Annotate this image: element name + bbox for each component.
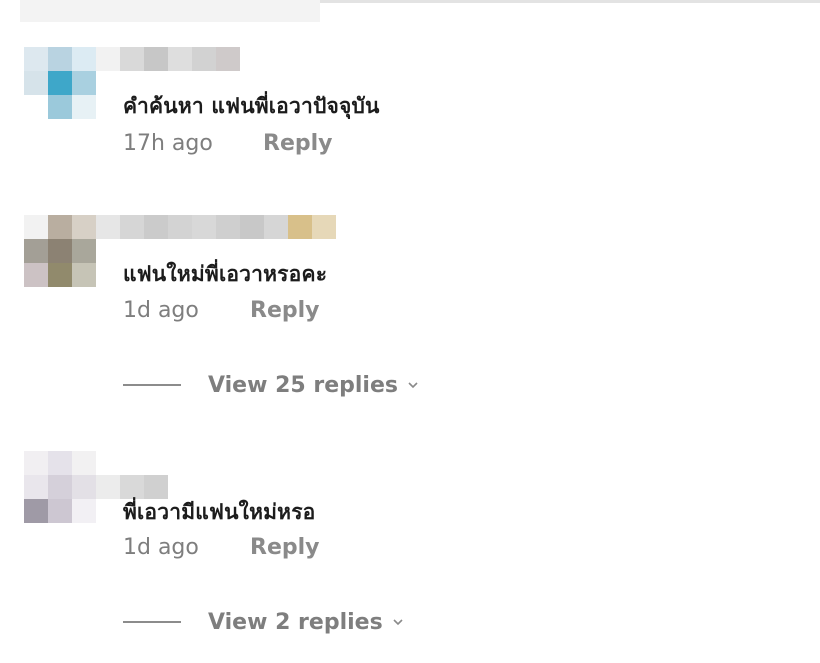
avatar-pixel [96,475,120,499]
avatar-pixel [24,71,48,95]
avatar-pixel [264,215,288,239]
avatar-pixel [48,499,72,523]
avatar-pixel [48,451,72,475]
divider [123,621,181,623]
avatar-pixel [48,47,72,71]
chevron-down-icon [393,619,403,626]
avatar-pixel [72,451,96,475]
avatar-pixel [48,71,72,95]
avatar-pixel [48,95,72,119]
avatar-pixel [96,215,120,239]
avatar-pixel [240,215,264,239]
comment-text: แฟนใหม่พี่เอวาหรอคะ [123,262,328,286]
reply-button[interactable]: Reply [250,298,320,323]
avatar-pixel [312,215,336,239]
view-replies-label: View 25 replies [208,372,398,398]
avatar-pixel [24,239,48,263]
avatar-pixel [24,451,48,475]
avatar-pixel [48,475,72,499]
divider [123,384,181,386]
comment-time: 17h ago [123,131,213,156]
view-replies-label: View 2 replies [208,609,383,635]
comment-meta: 17h ago Reply [123,131,333,156]
avatar-pixel [48,239,72,263]
avatar-pixel [216,215,240,239]
avatar-pixel [24,95,48,119]
comment-time: 1d ago [123,535,199,560]
divider [320,0,820,3]
avatar-pixel [72,475,96,499]
reply-button[interactable]: Reply [250,535,320,560]
comment-text: คำค้นหา แฟนพี่เอวาปัจจุบัน [123,94,380,118]
comment-text: พี่เอวามีแฟนใหม่หรอ [123,500,316,524]
chevron-down-icon [408,382,418,389]
avatar-pixel [192,47,216,71]
avatar-pixel [120,451,144,475]
avatar-pixel [144,451,168,475]
avatar-pixel [192,215,216,239]
avatar-pixel [168,47,192,71]
avatar-pixel [72,263,96,287]
avatar-pixel [288,215,312,239]
avatar-pixel [72,95,96,119]
avatar-pixel [120,215,144,239]
avatar-pixel [24,47,48,71]
avatar-pixel [216,47,240,71]
avatar-pixel [48,215,72,239]
comment-meta: 1d ago Reply [123,298,320,323]
avatar-pixel [96,263,120,287]
view-replies-button[interactable]: View 2 replies [123,607,404,637]
avatar-pixel [72,47,96,71]
view-replies-button[interactable]: View 25 replies [123,370,419,400]
avatar-pixel [144,47,168,71]
avatar-pixel [96,71,120,95]
avatar-pixel [24,499,48,523]
avatar-pixel [144,215,168,239]
avatar-pixel [168,215,192,239]
avatar-pixel [72,499,96,523]
avatar-pixel [24,215,48,239]
avatar-pixel [48,263,72,287]
avatar-pixel [72,239,96,263]
avatar-pixel [96,499,120,523]
comment-meta: 1d ago Reply [123,535,320,560]
avatar-pixel [96,451,120,475]
avatar-pixel [24,475,48,499]
avatar-pixel [24,263,48,287]
reply-button[interactable]: Reply [263,131,333,156]
avatar-pixel [96,239,120,263]
comment-time: 1d ago [123,298,199,323]
avatar-pixel [72,71,96,95]
input-bar [20,0,320,22]
avatar-pixel [120,47,144,71]
avatar-pixel [72,215,96,239]
avatar-pixel [96,95,120,119]
avatar-pixel [96,47,120,71]
